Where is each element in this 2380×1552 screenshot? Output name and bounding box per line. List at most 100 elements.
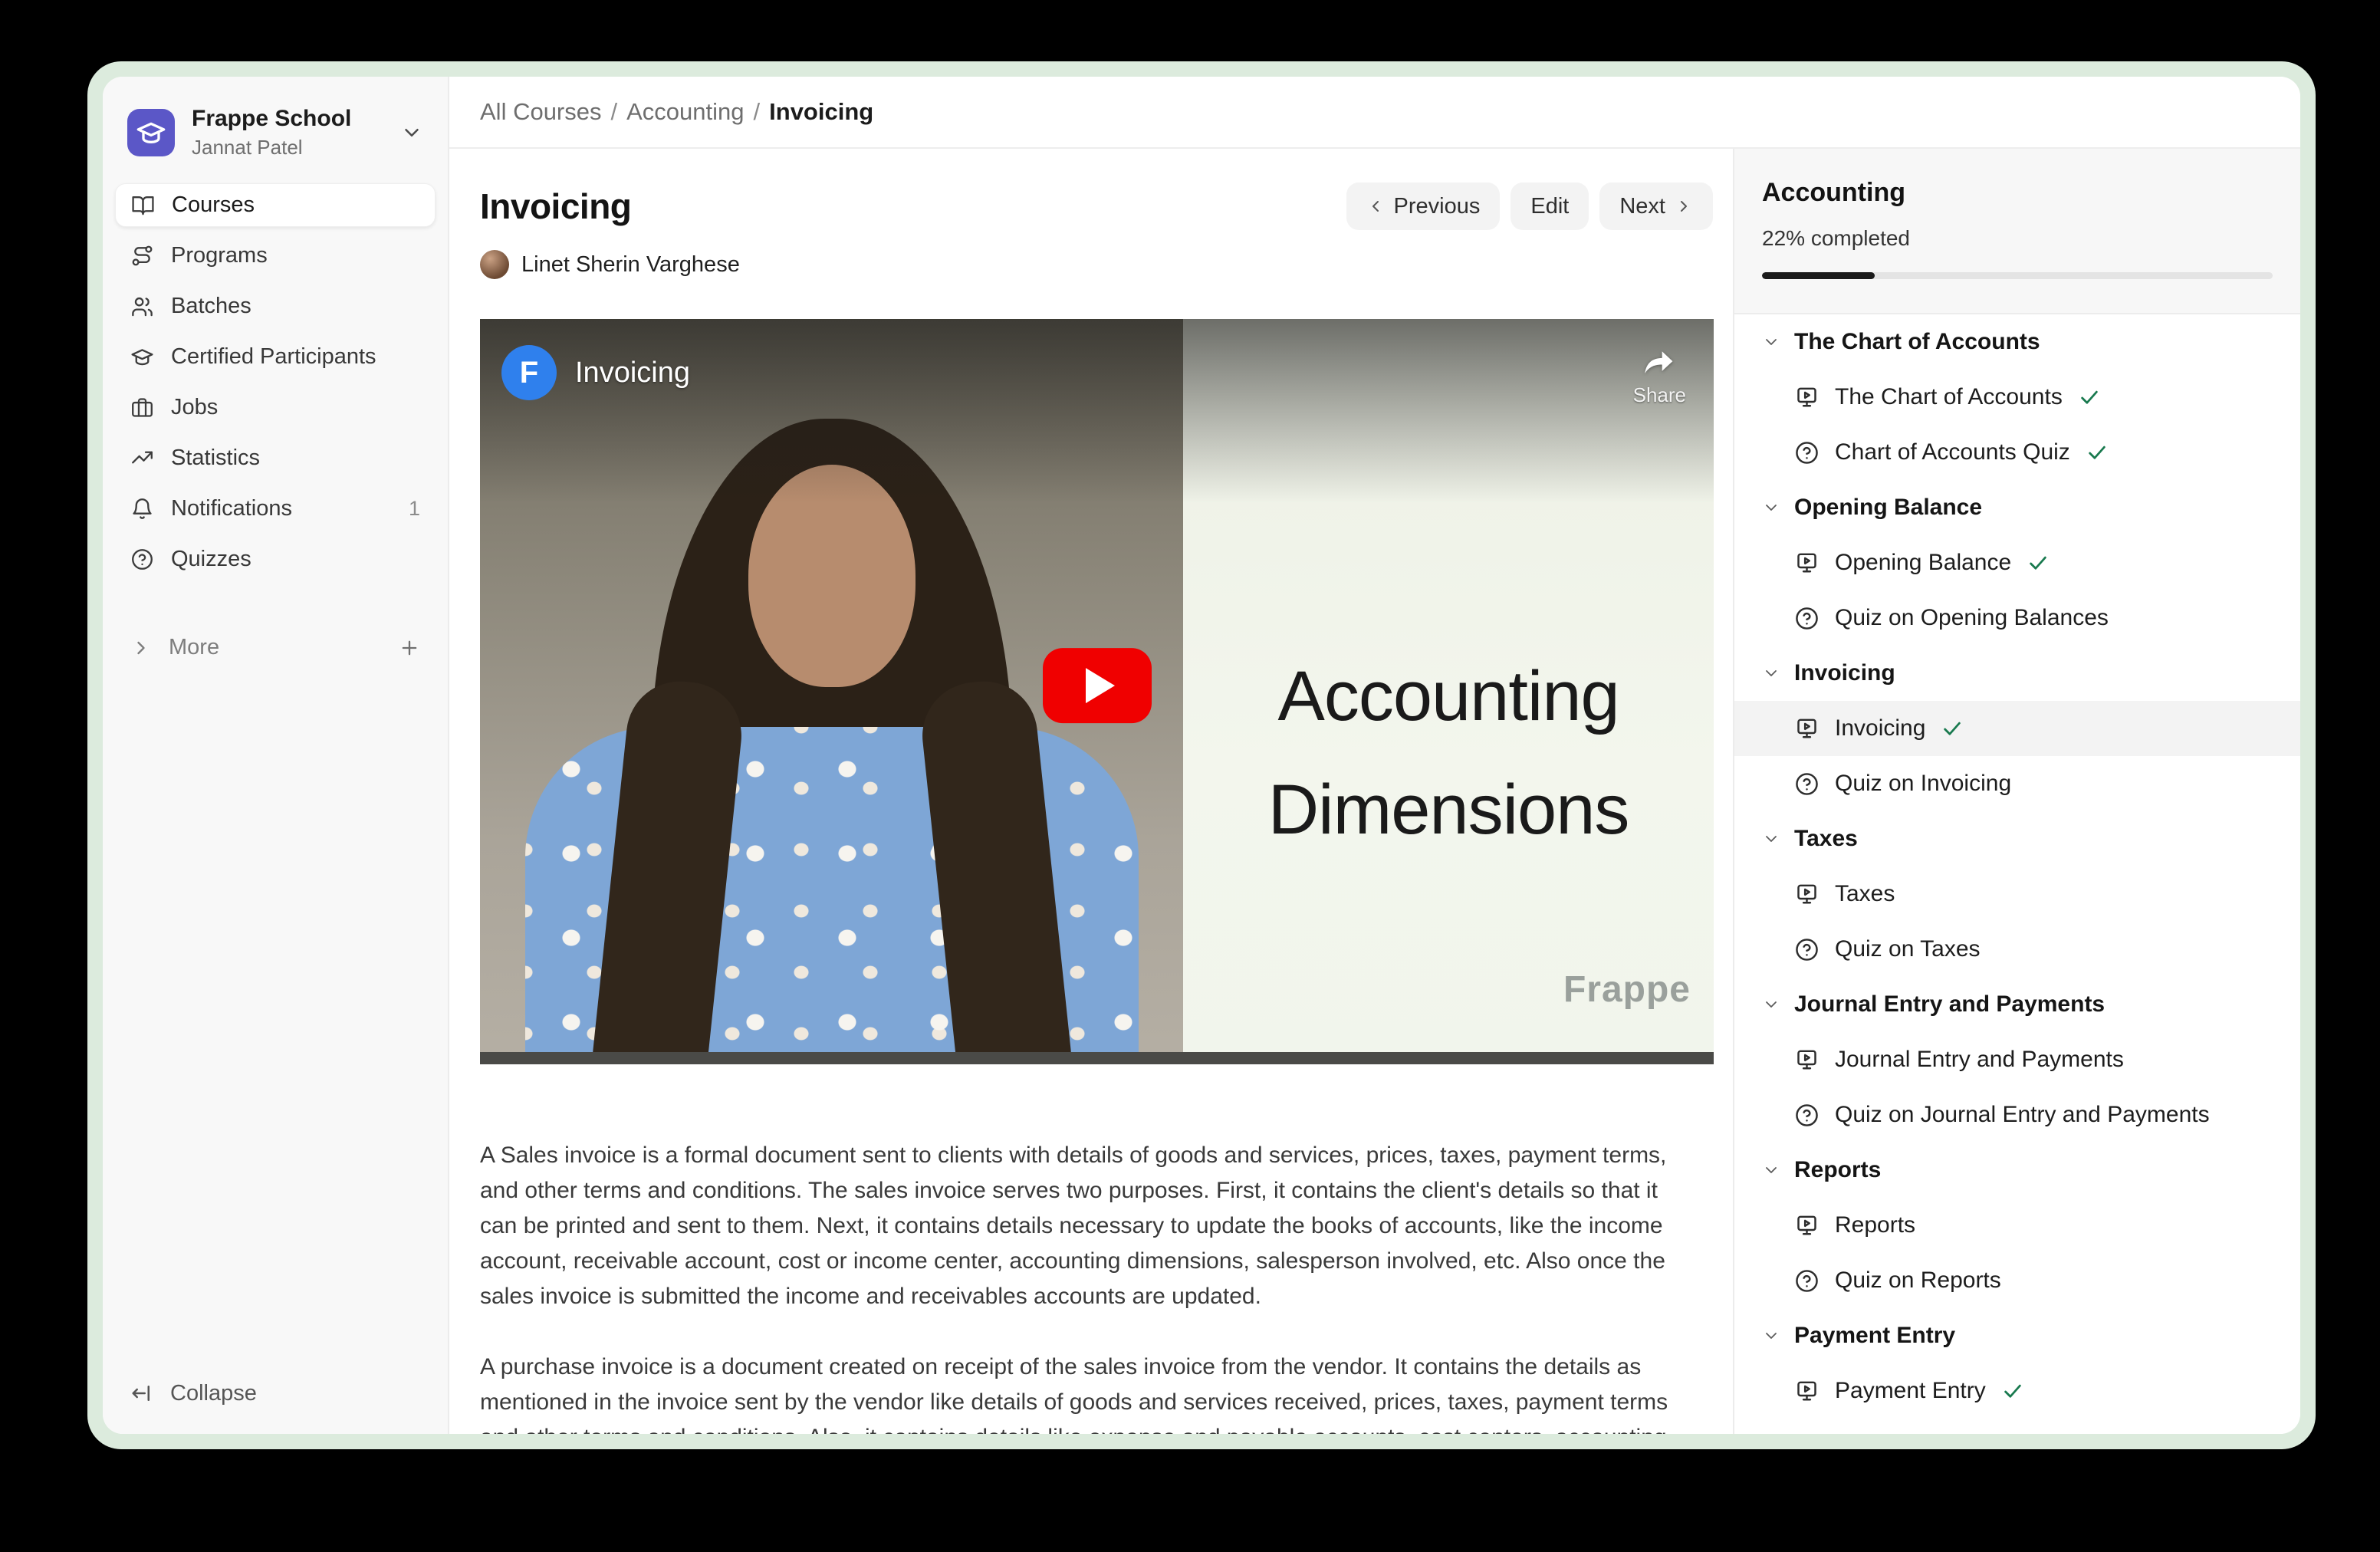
lesson-title: Taxes — [1835, 881, 1895, 907]
lesson-quiz-on-journal-entry-and-payments[interactable]: Quiz on Journal Entry and Payments — [1734, 1087, 2300, 1143]
next-button[interactable]: Next — [1599, 182, 1713, 230]
progress-label: 22% completed — [1762, 226, 2273, 251]
previous-button[interactable]: Previous — [1346, 182, 1501, 230]
plus-icon[interactable] — [399, 637, 420, 659]
course-outline: The Chart of Accounts The Chart of Accoun… — [1734, 314, 2300, 1434]
sidebar-item-courses[interactable]: Courses — [115, 183, 436, 227]
bell-icon — [130, 497, 154, 521]
check-icon — [1941, 717, 1964, 740]
video-progress-bar[interactable] — [480, 1052, 1714, 1064]
monitor-play-icon — [1794, 1047, 1820, 1073]
users-icon — [130, 294, 154, 318]
play-button[interactable] — [1043, 648, 1152, 723]
lesson-title: Quiz on Journal Entry and Payments — [1835, 1102, 2210, 1128]
frappe-watermark: Frappe — [1563, 968, 1691, 1011]
lesson-opening-balance[interactable]: Opening Balance — [1734, 535, 2300, 590]
chapter-the-chart-of-accounts[interactable]: The Chart of Accounts — [1734, 314, 2300, 370]
lesson-taxes[interactable]: Taxes — [1734, 866, 2300, 922]
top-bar: All Courses / Accounting / Invoicing — [449, 77, 2300, 149]
sidebar-item-statistics[interactable]: Statistics — [115, 436, 436, 480]
share-button[interactable]: Share — [1633, 345, 1686, 407]
sidebar-item-label: Certified Participants — [171, 344, 420, 370]
sidebar-item-programs[interactable]: Programs — [115, 234, 436, 278]
chapter-title: Taxes — [1794, 826, 1858, 852]
lesson-chart-of-accounts-quiz[interactable]: Chart of Accounts Quiz — [1734, 425, 2300, 480]
left-sidebar: Frappe School Jannat Patel Courses Progra… — [103, 77, 449, 1434]
monitor-play-icon — [1794, 551, 1820, 576]
sidebar-item-quizzes[interactable]: Quizzes — [115, 538, 436, 581]
progress-bar — [1762, 272, 2273, 279]
slide-title: Accounting Dimensions — [1183, 640, 1714, 866]
graduation-cap-icon — [130, 345, 154, 369]
sidebar-item-label: Batches — [171, 294, 420, 319]
lesson-title: Payment Entry — [1835, 1378, 1986, 1404]
lesson-the-chart-of-accounts[interactable]: The Chart of Accounts — [1734, 370, 2300, 425]
lesson-title: The Chart of Accounts — [1835, 384, 2063, 410]
help-circle-icon — [1794, 606, 1820, 631]
chevron-left-icon — [1366, 197, 1385, 215]
lesson-title: Quiz on Taxes — [1835, 936, 1981, 962]
route-icon — [130, 244, 154, 268]
check-icon — [2001, 1379, 2024, 1402]
lesson-quiz-on-opening-balances[interactable]: Quiz on Opening Balances — [1734, 590, 2300, 646]
edit-button[interactable]: Edit — [1511, 182, 1589, 230]
collapse-sidebar-button[interactable]: Collapse — [115, 1374, 436, 1412]
breadcrumb-all-courses[interactable]: All Courses — [480, 98, 602, 126]
edit-label: Edit — [1530, 194, 1569, 219]
lesson-title: Opening Balance — [1835, 550, 2011, 576]
channel-avatar[interactable]: F — [501, 345, 557, 400]
chapter-reports[interactable]: Reports — [1734, 1143, 2300, 1198]
chapter-journal-entry-and-payments[interactable]: Journal Entry and Payments — [1734, 977, 2300, 1032]
briefcase-icon — [130, 396, 154, 419]
chevron-down-icon — [1762, 995, 1780, 1014]
lesson-title: Journal Entry and Payments — [1835, 1047, 2124, 1073]
sidebar-item-notifications[interactable]: Notifications1 — [115, 487, 436, 531]
more-label: More — [169, 635, 382, 660]
chapter-invoicing[interactable]: Invoicing — [1734, 646, 2300, 701]
sidebar-item-jobs[interactable]: Jobs — [115, 386, 436, 429]
help-circle-icon — [1794, 937, 1820, 962]
chevron-down-icon[interactable] — [400, 121, 423, 144]
next-label: Next — [1619, 194, 1665, 219]
breadcrumb-separator: / — [754, 98, 761, 126]
lesson-payment-entry[interactable]: Payment Entry — [1734, 1363, 2300, 1419]
course-progress-header: Accounting 22% completed — [1734, 149, 2300, 314]
frappe-school-logo — [127, 109, 175, 156]
lesson-invoicing[interactable]: Invoicing — [1734, 701, 2300, 756]
help-circle-icon — [130, 547, 154, 571]
check-icon — [2086, 441, 2109, 464]
user-name: Jannat Patel — [192, 135, 383, 161]
chapter-payment-entry[interactable]: Payment Entry — [1734, 1308, 2300, 1363]
lesson-reports[interactable]: Reports — [1734, 1198, 2300, 1253]
chevron-down-icon — [1762, 664, 1780, 682]
lesson-quiz-on-taxes[interactable]: Quiz on Taxes — [1734, 922, 2300, 977]
monitor-play-icon — [1794, 385, 1820, 410]
help-circle-icon — [1794, 1268, 1820, 1294]
sidebar-item-certified-participants[interactable]: Certified Participants — [115, 335, 436, 379]
sidebar-item-batches[interactable]: Batches — [115, 284, 436, 328]
author-name: Linet Sherin Varghese — [521, 252, 740, 278]
page-title: Invoicing — [480, 186, 631, 227]
chapter-opening-balance[interactable]: Opening Balance — [1734, 480, 2300, 535]
sidebar-item-label: Programs — [171, 243, 420, 268]
chapter-title: The Chart of Accounts — [1794, 329, 2040, 355]
paragraph: A purchase invoice is a document created… — [480, 1350, 1681, 1434]
school-name: Frappe School — [192, 104, 383, 133]
lesson-journal-entry-and-payments[interactable]: Journal Entry and Payments — [1734, 1032, 2300, 1087]
sidebar-item-label: Quizzes — [171, 547, 420, 572]
chapter-title: Payment Entry — [1794, 1323, 1955, 1349]
chapter-taxes[interactable]: Taxes — [1734, 811, 2300, 866]
video-player[interactable]: Accounting Dimensions Frappe F Invoicing… — [480, 319, 1714, 1064]
school-switcher[interactable]: Frappe School Jannat Patel — [115, 98, 436, 183]
sidebar-more[interactable]: More — [115, 626, 436, 669]
lesson-quiz-on-invoicing[interactable]: Quiz on Invoicing — [1734, 756, 2300, 811]
video-title[interactable]: Invoicing — [575, 357, 690, 390]
paragraph: A Sales invoice is a formal document sen… — [480, 1138, 1681, 1314]
chapter-title: Opening Balance — [1794, 495, 1982, 521]
presenter-art — [748, 465, 916, 687]
chapter-title: Invoicing — [1794, 660, 1895, 686]
author-row: Linet Sherin Varghese — [480, 250, 1713, 279]
lesson-quiz-on-reports[interactable]: Quiz on Reports — [1734, 1253, 2300, 1308]
book-open-icon — [131, 193, 155, 217]
breadcrumb-course[interactable]: Accounting — [626, 98, 744, 126]
